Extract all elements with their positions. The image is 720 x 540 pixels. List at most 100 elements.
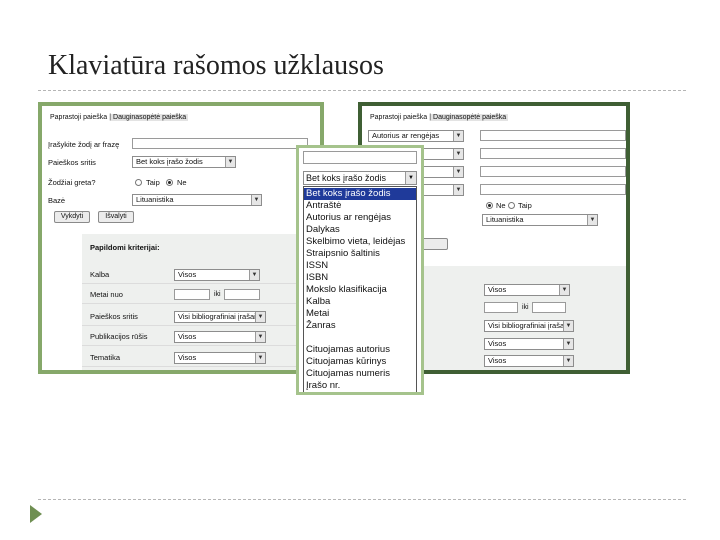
chevron-down-icon: ▼ <box>251 195 261 205</box>
tab-simple-search[interactable]: Paprastoji paieška <box>48 114 109 121</box>
criteria-row-range: Paieškos sritis Visi bibliografiniai įra… <box>82 308 320 326</box>
dropdown-option[interactable]: Metai <box>304 308 416 320</box>
tab-advanced-search[interactable]: Dauginasopėtė paieška <box>111 114 189 121</box>
search-area-select[interactable]: Bet koks įrašo žodis ▼ <box>132 156 236 168</box>
chevron-down-icon: ▼ <box>255 332 265 342</box>
chevron-down-icon: ▼ <box>587 215 597 225</box>
pubtype-value: Visos <box>178 332 197 341</box>
search-tabs: Paprastoji paieška|Dauginasopėtė paieška <box>48 114 189 121</box>
dropdown-option[interactable]: Įrašo nr. <box>304 380 416 392</box>
dropdown-option[interactable]: ISSN <box>304 260 416 272</box>
top-divider <box>38 90 686 91</box>
dropdown-select[interactable]: Bet koks įrašo žodis ▼ <box>303 171 417 185</box>
base-label: Bazė <box>48 196 66 205</box>
chevron-down-icon: ▼ <box>563 339 573 349</box>
search-area-label: Paieškos sritis <box>48 158 96 167</box>
subject-label: Tematika <box>90 353 121 362</box>
language-select[interactable]: Visos ▼ <box>174 269 260 281</box>
subject-value: Visos <box>178 353 197 362</box>
slide-title: Klaviatūra rašomos užklausos <box>48 50 384 81</box>
exact-label: Žodžiai greta? <box>48 178 96 187</box>
chevron-down-icon: ▼ <box>453 167 463 177</box>
dropdown-options-list: Bet koks įrašo žodis Antraštė Autorius a… <box>303 186 417 392</box>
base-value-right: Lituanistika <box>486 215 524 224</box>
search-area-value: Bet koks įrašo žodis <box>136 157 203 166</box>
radio-yes[interactable] <box>135 179 142 186</box>
range-label: Paieškos sritis <box>90 312 138 321</box>
base-select[interactable]: Lituanistika ▼ <box>132 194 262 206</box>
chevron-down-icon: ▼ <box>563 321 573 331</box>
term2-input[interactable] <box>480 148 626 159</box>
radio-no-label: Ne <box>177 178 187 187</box>
dropdown-option[interactable]: ISBN <box>304 272 416 284</box>
bottom-divider <box>38 499 686 500</box>
dropdown-option[interactable]: Cituojamas kūrinys <box>304 356 416 368</box>
year-separator: iki <box>214 291 221 298</box>
radio-yes-right-label: Taip <box>518 201 532 210</box>
year-from-input-right[interactable] <box>484 302 518 313</box>
criteria-heading: Papildomi kriterijai: <box>90 243 160 252</box>
chevron-down-icon: ▼ <box>453 149 463 159</box>
years-label: Metai nuo <box>90 290 123 299</box>
dropdown-option[interactable]: Straipsnio šaltinis <box>304 248 416 260</box>
dropdown-option[interactable]: Mokslo klasifikacija <box>304 284 416 296</box>
range-select-right[interactable]: Visi bibliografiniai įrašai ▼ <box>484 320 574 332</box>
year-to-input[interactable] <box>224 289 260 300</box>
term4-input[interactable] <box>480 184 626 195</box>
radio-yes-right[interactable] <box>508 202 515 209</box>
range-select[interactable]: Visi bibliografiniai įrašai ▼ <box>174 311 266 323</box>
dropdown-option[interactable]: Žanras <box>304 320 416 332</box>
language-value-right: Visos <box>488 285 507 294</box>
dropdown-option[interactable]: Kalba <box>304 296 416 308</box>
chevron-down-icon: ▼ <box>225 157 235 167</box>
tab-simple-search[interactable]: Paprastoji paieška <box>368 114 429 121</box>
dropdown-option[interactable]: Cituojamas autorius <box>304 344 416 356</box>
next-slide-arrow-icon[interactable] <box>30 505 42 523</box>
dropdown-option[interactable]: Autorius ar rengėjas <box>304 212 416 224</box>
search-tabs-right: Paprastoji paieška|Dauginasopėtė paieška <box>368 114 509 121</box>
search-area-dropdown-screenshot: Bet koks įrašo žodis ▼ Bet koks įrašo žo… <box>296 145 424 395</box>
pubtype-value-right: Visos <box>488 339 507 348</box>
radio-yes-label: Taip <box>146 178 160 187</box>
range-value: Visi bibliografiniai įrašai <box>178 312 256 321</box>
criteria-row-subject: Tematika Visos ▼ <box>82 349 320 367</box>
term1-input[interactable] <box>480 130 626 141</box>
year-from-input[interactable] <box>174 289 210 300</box>
dropdown-option[interactable]: Dalykas <box>304 224 416 236</box>
term3-input[interactable] <box>480 166 626 177</box>
search-button-right[interactable] <box>422 238 448 250</box>
dropdown-current-value: Bet koks įrašo žodis <box>306 173 387 183</box>
chevron-down-icon: ▼ <box>255 312 265 322</box>
dropdown-input-top[interactable] <box>303 151 417 164</box>
field1-select[interactable]: Autorius ar rengėjas ▼ <box>368 130 464 142</box>
dropdown-option[interactable]: Antraštė <box>304 200 416 212</box>
pubtype-label: Publikacijos rūšis <box>90 332 148 341</box>
chevron-down-icon: ▼ <box>249 270 259 280</box>
year-to-input-right[interactable] <box>532 302 566 313</box>
criteria-row-pubtype: Publikacijos rūšis Visos ▼ <box>82 328 320 346</box>
dropdown-option-selected[interactable]: Bet koks įrašo žodis <box>304 188 416 200</box>
search-button[interactable]: Vykdyti <box>54 211 90 223</box>
base-select-right[interactable]: Lituanistika ▼ <box>482 214 598 226</box>
year-separator-right: iki <box>522 304 529 311</box>
pubtype-select-right[interactable]: Visos ▼ <box>484 338 574 350</box>
chevron-down-icon: ▼ <box>453 185 463 195</box>
chevron-down-icon: ▼ <box>405 172 416 184</box>
subject-select[interactable]: Visos ▼ <box>174 352 266 364</box>
dropdown-option[interactable]: Cituojamas numeris <box>304 368 416 380</box>
range-value-right: Visi bibliografiniai įrašai <box>488 321 566 330</box>
subject-value-right: Visos <box>488 356 507 365</box>
chevron-down-icon: ▼ <box>559 285 569 295</box>
radio-no-right[interactable] <box>486 202 493 209</box>
tab-advanced-search[interactable]: Dauginasopėtė paieška <box>431 114 509 121</box>
query-input[interactable] <box>132 138 308 149</box>
dropdown-option[interactable]: Skelbimo vieta, leidėjas <box>304 236 416 248</box>
pubtype-select[interactable]: Visos ▼ <box>174 331 266 343</box>
subject-select-right[interactable]: Visos ▼ <box>484 355 574 367</box>
query-label: Įrašykite žodį ar frazę <box>48 140 120 149</box>
language-select-right[interactable]: Visos ▼ <box>484 284 570 296</box>
radio-no[interactable] <box>166 179 173 186</box>
clear-button[interactable]: Išvalyti <box>98 211 134 223</box>
language-label: Kalba <box>90 270 110 279</box>
chevron-down-icon: ▼ <box>453 131 463 141</box>
